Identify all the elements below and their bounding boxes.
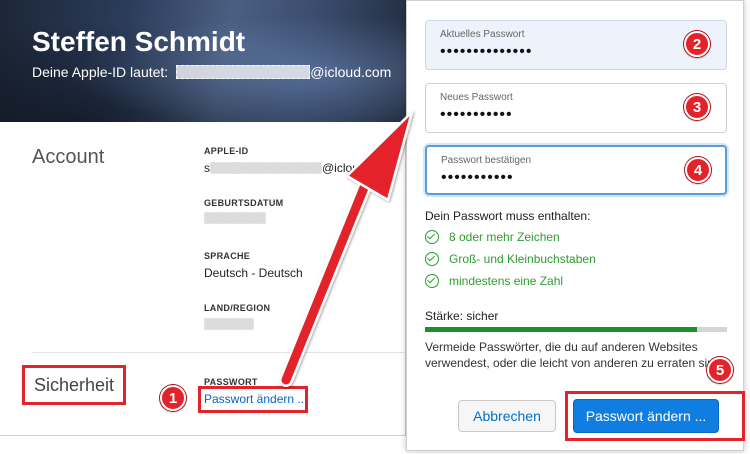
new-password-field[interactable]: Neues Passwort ••••••••••• 3 bbox=[425, 83, 727, 133]
profile-appleid-line: Deine Apple-ID lautet: @icloud.com bbox=[32, 64, 391, 80]
appleid-intro: Deine Apple-ID lautet: bbox=[32, 64, 169, 80]
step-badge-2: 2 bbox=[684, 31, 710, 57]
password-advice: Vermeide Passwörter, die du auf anderen … bbox=[425, 340, 724, 370]
current-password-label: Aktuelles Passwort bbox=[440, 29, 525, 40]
rule-text: 8 oder mehr Zeichen bbox=[449, 230, 560, 244]
new-password-value: ••••••••••• bbox=[440, 106, 513, 123]
strength-meter-fill bbox=[425, 327, 697, 332]
rule-number: mindestens eine Zahl bbox=[425, 274, 563, 288]
confirm-password-value: ••••••••••• bbox=[441, 169, 514, 186]
step-badge-3: 3 bbox=[684, 94, 710, 120]
change-password-button[interactable]: Passwort ändern ... bbox=[573, 399, 719, 433]
cancel-button[interactable]: Abbrechen bbox=[458, 400, 556, 432]
current-password-field[interactable]: Aktuelles Passwort •••••••••••••• 2 bbox=[425, 20, 727, 70]
appleid-domain: @icloud.com bbox=[310, 64, 392, 80]
appleid-label: APPLE-ID bbox=[204, 146, 249, 156]
redacted-appleid bbox=[210, 162, 322, 174]
apple-id-page: Steffen Schmidt Deine Apple-ID lautet: @… bbox=[0, 0, 406, 436]
section-divider bbox=[32, 352, 406, 353]
change-password-dialog: Aktuelles Passwort •••••••••••••• 2 Neue… bbox=[406, 0, 745, 451]
redacted-region bbox=[204, 318, 254, 330]
check-circle-icon bbox=[425, 230, 439, 244]
current-password-value: •••••••••••••• bbox=[440, 43, 533, 60]
strength-label: Stärke: sicher bbox=[425, 309, 499, 323]
confirm-password-field[interactable]: Passwort bestätigen ••••••••••• 4 bbox=[425, 145, 727, 195]
appleid-value: s @icloud.... bbox=[204, 161, 379, 175]
check-circle-icon bbox=[425, 252, 439, 266]
new-password-label: Neues Passwort bbox=[440, 92, 513, 103]
change-password-link[interactable]: Passwort ändern ... bbox=[204, 392, 307, 406]
language-label: SPRACHE bbox=[204, 251, 251, 261]
rule-text: mindestens eine Zahl bbox=[449, 274, 564, 288]
rule-case: Groß- und Kleinbuchstaben bbox=[425, 252, 596, 266]
region-label: LAND/REGION bbox=[204, 303, 271, 313]
strength-meter bbox=[425, 327, 727, 332]
profile-header: Steffen Schmidt Deine Apple-ID lautet: @… bbox=[0, 0, 406, 122]
redacted-birthdate bbox=[204, 212, 266, 224]
redacted-email bbox=[176, 65, 311, 79]
step-badge-1: 1 bbox=[160, 385, 186, 411]
step-badge-4: 4 bbox=[685, 157, 711, 183]
rule-length: 8 oder mehr Zeichen bbox=[425, 230, 560, 244]
account-section-title: Account bbox=[32, 146, 105, 168]
language-value: Deutsch - Deutsch bbox=[204, 266, 303, 280]
confirm-password-label: Passwort bestätigen bbox=[441, 155, 532, 166]
profile-name: Steffen Schmidt bbox=[32, 26, 246, 57]
birthdate-label: GEBURTSDATUM bbox=[204, 198, 284, 208]
birthdate-value bbox=[204, 212, 266, 224]
region-value bbox=[204, 318, 254, 330]
appleid-value-suffix: @icloud.... bbox=[322, 161, 379, 175]
check-circle-icon bbox=[425, 274, 439, 288]
step-badge-5: 5 bbox=[707, 357, 733, 383]
rule-text: Groß- und Kleinbuchstaben bbox=[449, 252, 596, 266]
security-section-title: Sicherheit bbox=[33, 374, 115, 395]
password-rules-title: Dein Passwort muss enthalten: bbox=[425, 209, 591, 223]
security-highlight: Sicherheit bbox=[22, 365, 126, 405]
